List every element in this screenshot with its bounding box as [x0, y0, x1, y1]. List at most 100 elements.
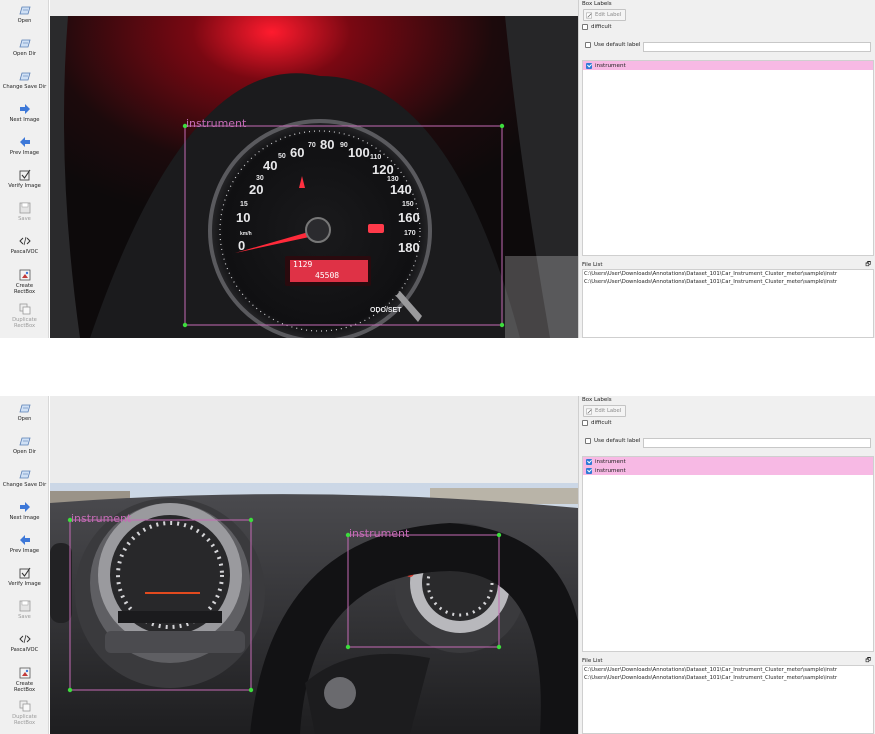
- save-button[interactable]: Save: [0, 201, 49, 222]
- edit-label-text: Edit Label: [595, 12, 622, 18]
- file-list-title: File List: [582, 262, 603, 268]
- folder-icon: [18, 72, 31, 81]
- checkbox-unchecked-icon: [585, 438, 591, 444]
- folder-icon: [18, 470, 31, 479]
- file-list-item[interactable]: C:\Users\User\Downloads\Annotations\Data…: [583, 666, 873, 674]
- default-label-input[interactable]: [643, 42, 871, 52]
- file-list-item[interactable]: C:\Users\User\Downloads\Annotations\Data…: [583, 270, 873, 278]
- speed-tick-40: 40: [263, 158, 277, 173]
- open-button[interactable]: Open: [0, 401, 49, 422]
- difficult-checkbox[interactable]: difficult: [582, 24, 612, 30]
- edit-label-button[interactable]: Edit Label: [583, 405, 627, 417]
- checkbox-icon: [19, 169, 30, 181]
- format-pascalvoc-button[interactable]: PascalVOC: [0, 632, 49, 653]
- image-canvas[interactable]: 0 10 15 20 30 40 50 60 70 80 90 100 110 …: [50, 0, 578, 338]
- label-list[interactable]: instrument: [582, 60, 874, 256]
- checkbox-icon: [19, 567, 30, 579]
- create-rectbox-button[interactable]: Create RectBox: [0, 268, 49, 295]
- label-list-item[interactable]: instrument: [583, 61, 873, 70]
- file-list-title-bar: File List 🗗: [579, 261, 874, 269]
- label-list-item[interactable]: instrument: [583, 466, 873, 475]
- code-icon: [18, 634, 31, 644]
- odo-set-label: ODO/SET: [370, 307, 402, 314]
- checkbox-checked-icon: [586, 467, 592, 474]
- create-rectbox-icon: [19, 667, 30, 679]
- open-dir-button[interactable]: Open Dir: [0, 434, 49, 455]
- speed-tick-20: 20: [249, 182, 263, 197]
- prev-image-button[interactable]: Prev Image: [0, 533, 49, 554]
- use-default-label-text: Use default label: [594, 438, 641, 444]
- label-item-text: instrument: [595, 458, 626, 465]
- edit-label-button[interactable]: Edit Label: [583, 9, 627, 21]
- verify-image-label: Verify Image: [8, 581, 41, 587]
- speed-tick-60: 60: [290, 145, 304, 160]
- change-save-dir-button[interactable]: Change Save Dir: [0, 467, 49, 488]
- folder-icon: [18, 6, 31, 15]
- float-dock-icon[interactable]: 🗗: [865, 261, 871, 269]
- use-default-label-checkbox[interactable]: Use default label: [585, 438, 640, 444]
- save-button[interactable]: Save: [0, 599, 49, 620]
- format-pascalvoc-button[interactable]: PascalVOC: [0, 234, 49, 255]
- verify-image-label: Verify Image: [8, 183, 41, 189]
- label-item-text: instrument: [595, 467, 626, 474]
- pascalvoc-label: PascalVOC: [10, 249, 39, 255]
- prev-image-button[interactable]: Prev Image: [0, 135, 49, 156]
- duplicate-rectbox-button[interactable]: Duplicate RectBox: [0, 302, 49, 329]
- open-label: Open: [17, 18, 32, 24]
- speed-tick-15: 15: [240, 201, 248, 208]
- dashboard-photo-speedometer: 0 10 15 20 30 40 50 60 70 80 90 100 110 …: [50, 16, 578, 338]
- speed-tick-90: 90: [340, 142, 348, 149]
- file-list-title: File List: [582, 658, 603, 664]
- verify-image-button[interactable]: Verify Image: [0, 566, 49, 587]
- right-dock: Box Labels Edit Label difficult Use defa…: [578, 396, 875, 734]
- next-image-button[interactable]: Next Image: [0, 500, 49, 521]
- open-dir-button[interactable]: Open Dir: [0, 36, 49, 57]
- box-labels-title: Box Labels: [582, 397, 612, 403]
- folder-icon: [18, 404, 31, 413]
- edit-icon: [586, 12, 592, 18]
- save-label: Save: [18, 216, 31, 222]
- verify-image-button[interactable]: Verify Image: [0, 168, 49, 189]
- left-toolbar: Open Open Dir Change Save Dir Next Image…: [0, 396, 49, 734]
- file-list-item[interactable]: C:\Users\User\Downloads\Annotations\Data…: [583, 278, 873, 286]
- lcd-top-value: 1129: [293, 260, 312, 269]
- duplicate-rectbox-button[interactable]: Duplicate RectBox: [0, 699, 49, 726]
- arrow-right-icon: [19, 104, 30, 114]
- create-rectbox-label: Create RectBox: [13, 681, 36, 693]
- labelimg-window-1: Open Open Dir Change Save Dir Next Image…: [0, 0, 875, 338]
- left-toolbar: Open Open Dir Change Save Dir Next Image…: [0, 0, 49, 338]
- create-rectbox-button[interactable]: Create RectBox: [0, 666, 49, 693]
- next-image-button[interactable]: Next Image: [0, 102, 49, 123]
- difficult-checkbox[interactable]: difficult: [582, 420, 612, 426]
- speed-tick-30: 30: [256, 175, 264, 182]
- checkbox-unchecked-icon: [585, 42, 591, 48]
- label-list[interactable]: instrument instrument: [582, 456, 874, 652]
- change-save-dir-button[interactable]: Change Save Dir: [0, 69, 49, 90]
- use-default-label-checkbox[interactable]: Use default label: [585, 42, 640, 48]
- folder-icon: [18, 437, 31, 446]
- speed-unit: km/h: [240, 231, 252, 237]
- bbox-label-instrument: instrument: [186, 117, 247, 130]
- open-button[interactable]: Open: [0, 3, 49, 24]
- file-list[interactable]: C:\Users\User\Downloads\Annotations\Data…: [582, 269, 874, 338]
- speed-tick-120: 120: [372, 162, 394, 177]
- create-rectbox-icon: [19, 269, 30, 281]
- next-image-label: Next Image: [9, 515, 40, 521]
- checkbox-checked-icon: [586, 458, 592, 465]
- dashboard-photo-mini-cluster: instrument instrument: [50, 483, 578, 734]
- float-dock-icon[interactable]: 🗗: [865, 657, 871, 665]
- file-list[interactable]: C:\Users\User\Downloads\Annotations\Data…: [582, 665, 874, 734]
- file-list-title-bar: File List 🗗: [579, 657, 874, 665]
- right-dock: Box Labels Edit Label difficult Use defa…: [578, 0, 875, 338]
- label-list-item[interactable]: instrument: [583, 457, 873, 466]
- prev-image-label: Prev Image: [9, 548, 40, 554]
- lcd-odometer-value: 45508: [315, 271, 339, 280]
- image-canvas[interactable]: instrument instrument: [50, 396, 578, 734]
- file-list-item[interactable]: C:\Users\User\Downloads\Annotations\Data…: [583, 674, 873, 682]
- default-label-input[interactable]: [643, 438, 871, 448]
- edit-icon: [586, 408, 592, 414]
- difficult-label: difficult: [591, 420, 612, 426]
- speed-tick-70: 70: [308, 142, 316, 149]
- duplicate-icon: [19, 303, 30, 315]
- open-label: Open: [17, 416, 32, 422]
